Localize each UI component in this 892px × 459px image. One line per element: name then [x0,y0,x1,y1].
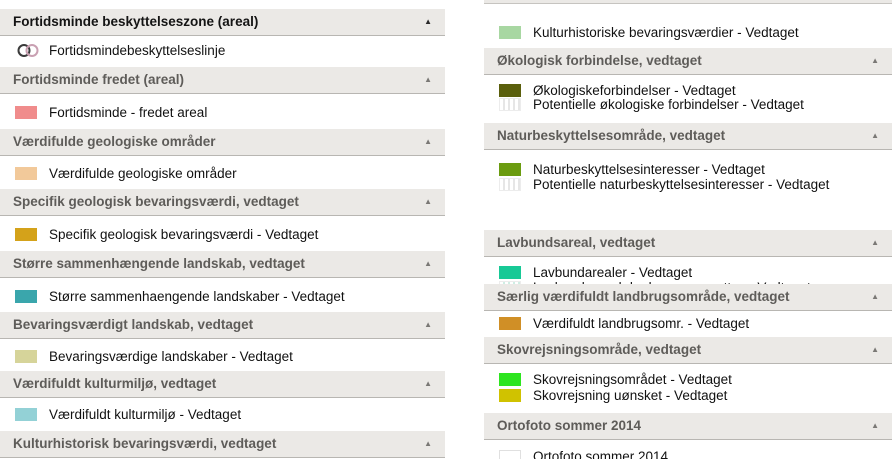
group-header-label: Fortidsminde beskyttelseszone (areal) [13,14,259,29]
group-header-bevaringsvaerdigt-landskab[interactable]: Bevaringsværdigt landskab, vedtaget ▲ [0,312,445,339]
legend-item-label: Bevaringsværdige landskaber - Vedtaget [49,349,293,364]
legend-item-vaerdifulde-geologiske: Værdifulde geologiske områder [0,164,445,183]
color-swatch [15,106,37,119]
legend-item-label: Potentielle naturbeskyttelsesinteresser … [533,177,830,192]
legend-item-label: Fortidsmindebeskyttelseslinje [49,43,226,58]
group-header-skovrejsningsomraade[interactable]: Skovrejsningsområde, vedtaget ▲ [484,337,892,364]
group-header-label: Værdifuldt kulturmiljø, vedtaget [13,376,217,391]
collapse-caret-icon[interactable]: ▲ [424,371,432,397]
group-header-oekologisk-forbindelse[interactable]: Økologisk forbindelse, vedtaget ▲ [484,48,892,75]
legend-item-label: Værdifuldt kulturmiljø - Vedtaget [49,407,242,422]
legend-item-ortofoto: Ortofoto sommer 2014 [484,447,892,459]
legend-item-label: Skovrejsning uønsket - Vedtaget [533,388,728,403]
group-header-label: Særlig værdifuldt landbrugsområde, vedta… [497,289,790,304]
legend-item-label: Kulturhistoriske bevaringsværdier - Vedt… [533,25,799,40]
legend-item-kulturhistoriske-bevaringsvaerdier: Kulturhistoriske bevaringsværdier - Vedt… [484,23,892,42]
legend-item-label: Specifik geologisk bevaringsværdi - Vedt… [49,227,319,242]
legend-item-label: Ortofoto sommer 2014 [533,449,669,459]
legend-item-fortidsmindebeskyttelseslinje: Fortidsmindebeskyttelseslinje [0,41,445,60]
group-header-label: Større sammenhængende landskab, vedtaget [13,256,305,271]
legend-item-stoerre-sammenhaengende: Større sammenhaengende landskaber - Vedt… [0,287,445,306]
collapse-caret-icon[interactable]: ▲ [424,129,432,155]
legend-panel-right: Kulturhistoriske bevaringsværdier - Vedt… [484,0,892,459]
legend-item-bevaringsvaerdige-landskaber: Bevaringsværdige landskaber - Vedtaget [0,347,445,366]
striped-swatch [499,98,521,111]
legend-item-label: Værdifuldt landbrugsomr. - Vedtaget [533,316,750,331]
color-swatch [15,167,37,180]
color-swatch [499,389,521,402]
color-swatch [499,317,521,330]
legend-item-potentielle-naturbeskyttelsesinteresser: Potentielle naturbeskyttelsesinteresser … [484,175,892,194]
collapse-caret-icon[interactable]: ▲ [871,123,879,149]
legend-item-specifik-geologisk: Specifik geologisk bevaringsværdi - Vedt… [0,225,445,244]
legend-panel-left: Fortidsminde beskyttelseszone (areal) ▲ … [0,0,445,459]
legend-item-fortidsminde-fredet-areal: Fortidsminde - fredet areal [0,103,445,122]
legend-item-skovrejsning-uoensket: Skovrejsning uønsket - Vedtaget [484,386,892,405]
group-header-label: Bevaringsværdigt landskab, vedtaget [13,317,254,332]
group-header-naturbeskyttelsesomraade[interactable]: Naturbeskyttelsesområde, vedtaget ▲ [484,123,892,150]
group-header-fortidsminde-fredet[interactable]: Fortidsminde fredet (areal) ▲ [0,67,445,94]
group-header-label: Lavbundsareal, vedtaget [497,235,656,250]
color-swatch [15,350,37,363]
group-header-partial [484,0,892,4]
color-swatch [15,228,37,241]
color-swatch [499,26,521,39]
group-header-ortofoto[interactable]: Ortofoto sommer 2014 ▲ [484,413,892,440]
collapse-caret-icon[interactable]: ▲ [871,337,879,363]
legend-item-label: Potentielle økologiske forbindelser - Ve… [533,97,804,112]
group-header-vaerdifuldt-kulturmiljoe[interactable]: Værdifuldt kulturmiljø, vedtaget ▲ [0,371,445,398]
double-circle-icon [17,43,39,58]
color-swatch [499,450,521,459]
legend-item-label: Større sammenhaengende landskaber - Vedt… [49,289,345,304]
collapse-caret-icon[interactable]: ▲ [871,48,879,74]
collapse-caret-icon[interactable]: ▲ [424,189,432,215]
group-header-label: Værdifulde geologiske områder [13,134,216,149]
color-swatch [499,373,521,386]
striped-swatch [499,178,521,191]
collapse-caret-icon[interactable]: ▲ [424,431,432,457]
legend-item-label: Fortidsminde - fredet areal [49,105,208,120]
collapse-caret-icon[interactable]: ▲ [871,230,879,256]
group-header-stoerre-sammenhaengende[interactable]: Større sammenhængende landskab, vedtaget… [0,251,445,278]
group-header-label: Specifik geologisk bevaringsværdi, vedta… [13,194,299,209]
collapse-caret-icon[interactable]: ▲ [424,67,432,93]
collapse-caret-icon[interactable]: ▲ [871,413,879,439]
group-header-label: Fortidsminde fredet (areal) [13,72,185,87]
group-header-label: Kulturhistorisk bevaringsværdi, vedtaget [13,436,277,451]
group-header-label: Økologisk forbindelse, vedtaget [497,53,702,68]
collapse-caret-icon[interactable]: ▲ [424,251,432,277]
group-header-label: Skovrejsningsområde, vedtaget [497,342,702,357]
group-header-label: Naturbeskyttelsesområde, vedtaget [497,128,726,143]
collapse-caret-icon[interactable]: ▲ [871,284,879,310]
group-header-saerlig-vaerdifuldt-landbrug[interactable]: Særlig værdifuldt landbrugsområde, vedta… [484,284,892,311]
group-header-kulturhistorisk-bevaringsvaerdi[interactable]: Kulturhistorisk bevaringsværdi, vedtaget… [0,431,445,458]
legend-item-vaerdifuldt-kulturmiljoe: Værdifuldt kulturmiljø - Vedtaget [0,405,445,424]
color-swatch [15,408,37,421]
group-header-lavbundsareal[interactable]: Lavbundsareal, vedtaget ▲ [484,230,892,257]
collapse-caret-icon[interactable]: ▲ [424,312,432,338]
group-header-vaerdifulde-geologiske[interactable]: Værdifulde geologiske områder ▲ [0,129,445,156]
group-header-fortidsminde-beskyttelseszone[interactable]: Fortidsminde beskyttelseszone (areal) ▲ [0,9,445,36]
group-header-specifik-geologisk[interactable]: Specifik geologisk bevaringsværdi, vedta… [0,189,445,216]
collapse-caret-icon[interactable]: ▲ [424,9,432,35]
group-header-label: Ortofoto sommer 2014 [497,418,642,433]
legend-item-potentielle-oekologiske: Potentielle økologiske forbindelser - Ve… [484,95,892,114]
color-swatch [15,290,37,303]
legend-item-label: Værdifulde geologiske områder [49,166,237,181]
legend-item-vaerdifuldt-landbrugsomr: Værdifuldt landbrugsomr. - Vedtaget [484,314,892,333]
